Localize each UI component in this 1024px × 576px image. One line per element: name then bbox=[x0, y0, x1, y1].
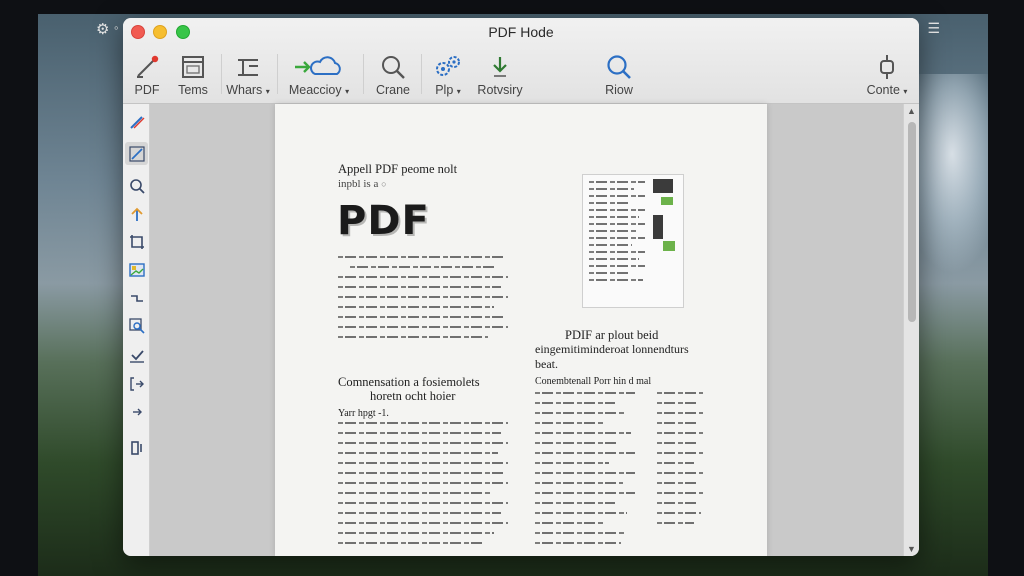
toolbar-label: Crane bbox=[375, 83, 411, 97]
paragraph-block bbox=[338, 422, 508, 552]
scroll-up-icon[interactable]: ▲ bbox=[907, 106, 916, 116]
doc-big-title: PDF bbox=[337, 198, 430, 244]
section-subhead: Yarr hpgt -1. bbox=[338, 408, 389, 419]
doc-heading: Appell PDF peome nolt bbox=[338, 162, 458, 176]
download-arrow-icon bbox=[475, 52, 525, 82]
arrow-right-icon[interactable] bbox=[125, 400, 148, 423]
toolbar-label: PDF bbox=[134, 83, 160, 97]
toolbar-conte-button[interactable]: Conte ▾ bbox=[861, 52, 913, 100]
pdf-page[interactable]: Appell PDF peome nolt inpbl is a ○ PDF C… bbox=[275, 104, 767, 556]
toolbar-label: Whars ▾ bbox=[226, 83, 270, 97]
toolbar-pdf-button[interactable]: PDF bbox=[129, 52, 165, 100]
toolbar-crane-button[interactable]: Crane bbox=[371, 52, 415, 100]
panel-icon[interactable] bbox=[125, 436, 148, 459]
search-icon bbox=[371, 52, 415, 82]
right-section-subhead: Conembtenall Porr hin d mal bbox=[535, 376, 652, 387]
toolbar-separator bbox=[421, 54, 422, 94]
window-title: PDF Hode bbox=[488, 24, 554, 40]
toolbar-tems-button[interactable]: Tems bbox=[171, 52, 215, 100]
toolbar-label: Rotvsiry bbox=[477, 83, 523, 97]
plug-icon bbox=[861, 52, 913, 82]
doc-subheading: inpbl is a ○ bbox=[338, 178, 387, 190]
scroll-down-icon[interactable]: ▼ bbox=[907, 544, 916, 554]
toolbar-plp-button[interactable]: Plp ▾ bbox=[427, 52, 469, 100]
section-title: Comnensation a fosiemolets bbox=[338, 375, 480, 389]
crop-icon[interactable] bbox=[125, 230, 148, 253]
right-section-title-line3: beat. bbox=[535, 357, 558, 371]
menu-lines-icon[interactable]: ☰ bbox=[927, 20, 940, 37]
line-draw-icon[interactable] bbox=[125, 142, 148, 165]
section-title-line2: horetn ocht hoier bbox=[370, 389, 456, 403]
toolbar-separator bbox=[363, 54, 364, 94]
window-icon bbox=[171, 52, 215, 82]
menu-dot-icon[interactable]: ◦ bbox=[114, 20, 119, 35]
zoom-select-icon[interactable] bbox=[125, 314, 148, 337]
toolbar-riow-button[interactable]: Riow bbox=[597, 52, 641, 100]
arrow-up-icon[interactable] bbox=[125, 202, 148, 225]
toolbar-meaccioy-button[interactable]: Meaccioy ▾ bbox=[283, 52, 355, 100]
toolbar-label: Tems bbox=[178, 83, 208, 97]
title-bar: PDF Hode PDF Tems Whars ▾ Meaccioy ▾ Cra… bbox=[123, 18, 919, 104]
toolbar-whars-button[interactable]: Whars ▾ bbox=[225, 52, 271, 100]
cloud-arrow-icon bbox=[283, 52, 355, 82]
paragraph-block bbox=[338, 256, 508, 346]
right-column-list bbox=[535, 392, 705, 556]
curve-icon[interactable] bbox=[125, 286, 148, 309]
toolbar-separator bbox=[221, 54, 222, 94]
right-section-title-line2: eingemitiminderoat lonnendturs bbox=[535, 342, 689, 356]
gear-icon[interactable]: ⚙ bbox=[96, 20, 109, 38]
scroll-thumb[interactable] bbox=[908, 122, 916, 322]
toolbar-label: Plp ▾ bbox=[435, 83, 461, 97]
vertical-scrollbar[interactable]: ▲ ▼ bbox=[903, 104, 919, 556]
toolbar-rotvsiry-button[interactable]: Rotvsiry bbox=[475, 52, 525, 100]
toolbar-label: Riow bbox=[605, 83, 633, 97]
gears-icon bbox=[427, 52, 469, 82]
pencil-highlight-icon[interactable] bbox=[125, 110, 148, 133]
toolbar-separator bbox=[277, 54, 278, 94]
checkbox-icon[interactable] bbox=[125, 344, 148, 367]
document-viewport[interactable]: Appell PDF peome nolt inpbl is a ○ PDF C… bbox=[150, 104, 903, 556]
image-icon[interactable] bbox=[125, 258, 148, 281]
embedded-figure bbox=[582, 174, 684, 308]
zoom-icon[interactable] bbox=[125, 174, 148, 197]
toolbar-label: Meaccioy ▾ bbox=[288, 83, 350, 97]
search-icon bbox=[597, 52, 641, 82]
pen-line-icon bbox=[129, 52, 165, 82]
bracket-arrow-icon[interactable] bbox=[125, 372, 148, 395]
pdf-app-window: PDF Hode PDF Tems Whars ▾ Meaccioy ▾ Cra… bbox=[123, 18, 919, 556]
toolbar-label: Conte ▾ bbox=[866, 83, 908, 97]
annotation-tool-strip bbox=[123, 104, 150, 556]
right-section-title: PDIF ar plout beid bbox=[565, 328, 659, 342]
text-format-icon bbox=[225, 52, 271, 82]
